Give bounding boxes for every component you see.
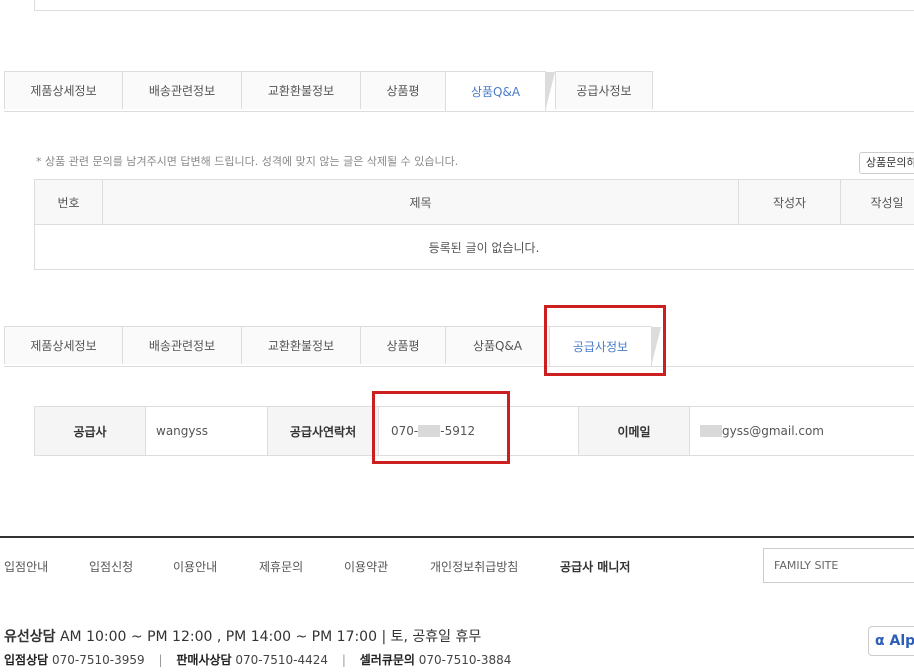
column-author: 작성자 — [738, 179, 841, 225]
tab-label: 공급사정보 — [576, 84, 632, 98]
column-date: 작성일 — [840, 179, 914, 225]
separator: | — [158, 653, 163, 667]
supplier-contact-label: 공급사연락처 — [268, 407, 379, 455]
footer-divider — [0, 536, 914, 538]
cs-hours: 유선상담 AM 10:00 ~ PM 12:00 , PM 14:00 ~ PM… — [4, 626, 481, 646]
redacted-blur — [700, 425, 722, 437]
supplier-email-value: gyss@gmail.com — [690, 407, 914, 455]
tab-exchange-refund[interactable]: 교환환불정보 — [241, 71, 361, 109]
highlight-contact — [372, 391, 510, 464]
cs-hours-label: 유선상담 — [4, 629, 56, 645]
cs-label: 셀러큐문의 — [359, 653, 415, 667]
tab-label: 배송관련정보 — [148, 339, 216, 353]
footer-link-entry-guide[interactable]: 입점안내 — [4, 558, 48, 575]
cs-label: 판매사상담 — [176, 653, 232, 667]
cs-contacts: 입점상담 070-7510-3959 | 판매사상담 070-7510-4424… — [4, 651, 511, 668]
highlight-supplier-tab — [544, 305, 666, 376]
tab-product-qa[interactable]: 상품Q&A — [445, 326, 550, 364]
family-site-select[interactable]: FAMILY SITE — [763, 548, 914, 583]
alpha-logo-badge[interactable]: α Alp — [868, 626, 914, 656]
footer-link-entry-apply[interactable]: 입점신청 — [89, 558, 133, 575]
tab-label: 교환환불정보 — [267, 84, 335, 98]
tab-product-detail[interactable]: 제품상세정보 — [4, 71, 123, 109]
tab-label: 상품Q&A — [470, 85, 521, 99]
tab-label: 상품평 — [386, 339, 420, 353]
supplier-name-value: wangyss — [146, 407, 268, 455]
table-row: 등록된 글이 없습니다. — [34, 224, 914, 270]
tab-label: 배송관련정보 — [148, 84, 216, 98]
column-number: 번호 — [34, 179, 103, 225]
cs-hours-text: AM 10:00 ~ PM 12:00 , PM 14:00 ~ PM 17:0… — [59, 629, 482, 645]
tab-product-detail[interactable]: 제품상세정보 — [4, 326, 123, 364]
footer-link-terms[interactable]: 이용약관 — [344, 558, 388, 575]
qa-notice: * 상품 관련 문의를 남겨주시면 답변해 드립니다. 성격에 맞지 않는 글은… — [36, 155, 459, 168]
cs-phone: 070-7510-3884 — [418, 653, 512, 667]
product-tabs-qa: 제품상세정보 배송관련정보 교환환불정보 상품평 상품Q&A 공급사정보 — [4, 71, 914, 112]
tab-product-qa[interactable]: 상품Q&A — [445, 71, 555, 112]
footer-link-partnership[interactable]: 제휴문의 — [259, 558, 303, 575]
previous-section-box — [34, 0, 914, 11]
qa-table: 번호 제목 작성자 작성일 등록된 글이 없습니다. — [34, 179, 914, 270]
tab-label: 제품상세정보 — [30, 339, 97, 353]
table-header-row: 번호 제목 작성자 작성일 — [34, 179, 914, 225]
tab-label: 상품평 — [386, 84, 420, 98]
supplier-email-label: 이메일 — [579, 407, 690, 455]
tab-exchange-refund[interactable]: 교환환불정보 — [241, 326, 361, 364]
tab-label: 제품상세정보 — [30, 84, 97, 98]
column-title: 제목 — [102, 179, 739, 225]
cs-phone: 070-7510-3959 — [52, 653, 145, 667]
email-text: gyss@gmail.com — [722, 424, 824, 438]
tab-supplier-info[interactable]: 공급사정보 — [555, 71, 653, 109]
empty-message: 등록된 글이 없습니다. — [34, 224, 914, 270]
cs-label: 입점상담 — [4, 653, 49, 667]
cs-phone: 070-7510-4424 — [235, 653, 329, 667]
tab-shipping-info[interactable]: 배송관련정보 — [122, 326, 242, 364]
supplier-name-label: 공급사 — [35, 407, 146, 455]
tab-reviews[interactable]: 상품평 — [360, 71, 446, 109]
write-qa-button[interactable]: 상품문의하기 — [859, 152, 914, 174]
footer-link-usage-guide[interactable]: 이용안내 — [173, 558, 217, 575]
footer-link-supplier-manager[interactable]: 공급사 매니저 — [560, 558, 630, 575]
product-tabs-supplier: 제품상세정보 배송관련정보 교환환불정보 상품평 상품Q&A 공급사정보 — [4, 326, 914, 367]
tab-shipping-info[interactable]: 배송관련정보 — [122, 71, 242, 109]
tab-label: 교환환불정보 — [267, 339, 335, 353]
footer-link-privacy[interactable]: 개인정보취급방침 — [430, 558, 518, 575]
tab-label: 상품Q&A — [472, 339, 523, 353]
tab-reviews[interactable]: 상품평 — [360, 326, 446, 364]
separator: | — [341, 653, 346, 667]
